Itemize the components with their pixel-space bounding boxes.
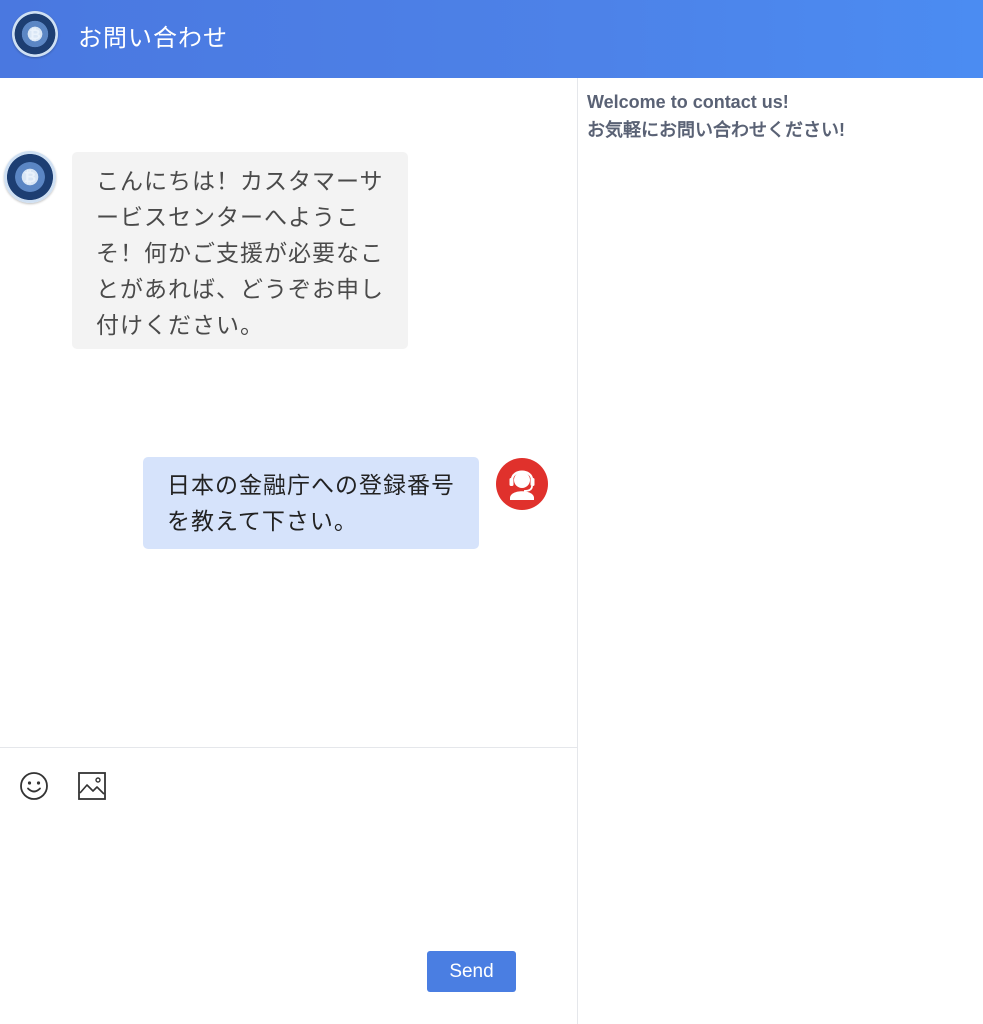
welcome-subtitle: お気軽にお問い合わせください! xyxy=(587,120,845,140)
welcome-title: Welcome to contact us! xyxy=(587,92,789,112)
headset-user-icon xyxy=(496,458,548,510)
page-title: お問い合わせ xyxy=(78,24,228,52)
image-icon[interactable] xyxy=(77,771,107,801)
smiley-icon[interactable] xyxy=(19,771,49,801)
chat-header: ₿ お問い合わせ xyxy=(0,0,983,78)
user-message-bubble: 日本の金融庁への登録番号を教えて下さい。 xyxy=(143,457,479,549)
bitcoin-logo-icon: ₿ xyxy=(12,11,58,57)
composer-divider xyxy=(0,747,577,748)
agent-avatar-bitcoin-logo-icon: ₿ xyxy=(4,151,56,203)
welcome-panel: Welcome to contact us! お気軽にお問い合わせください! xyxy=(587,88,967,144)
send-button[interactable]: Send xyxy=(427,951,516,992)
pane-divider xyxy=(577,78,578,1024)
agent-message-bubble: こんにちは！カスタマーサービスセンターへようこそ！何かご支援が必要なことがあれば… xyxy=(72,152,408,349)
